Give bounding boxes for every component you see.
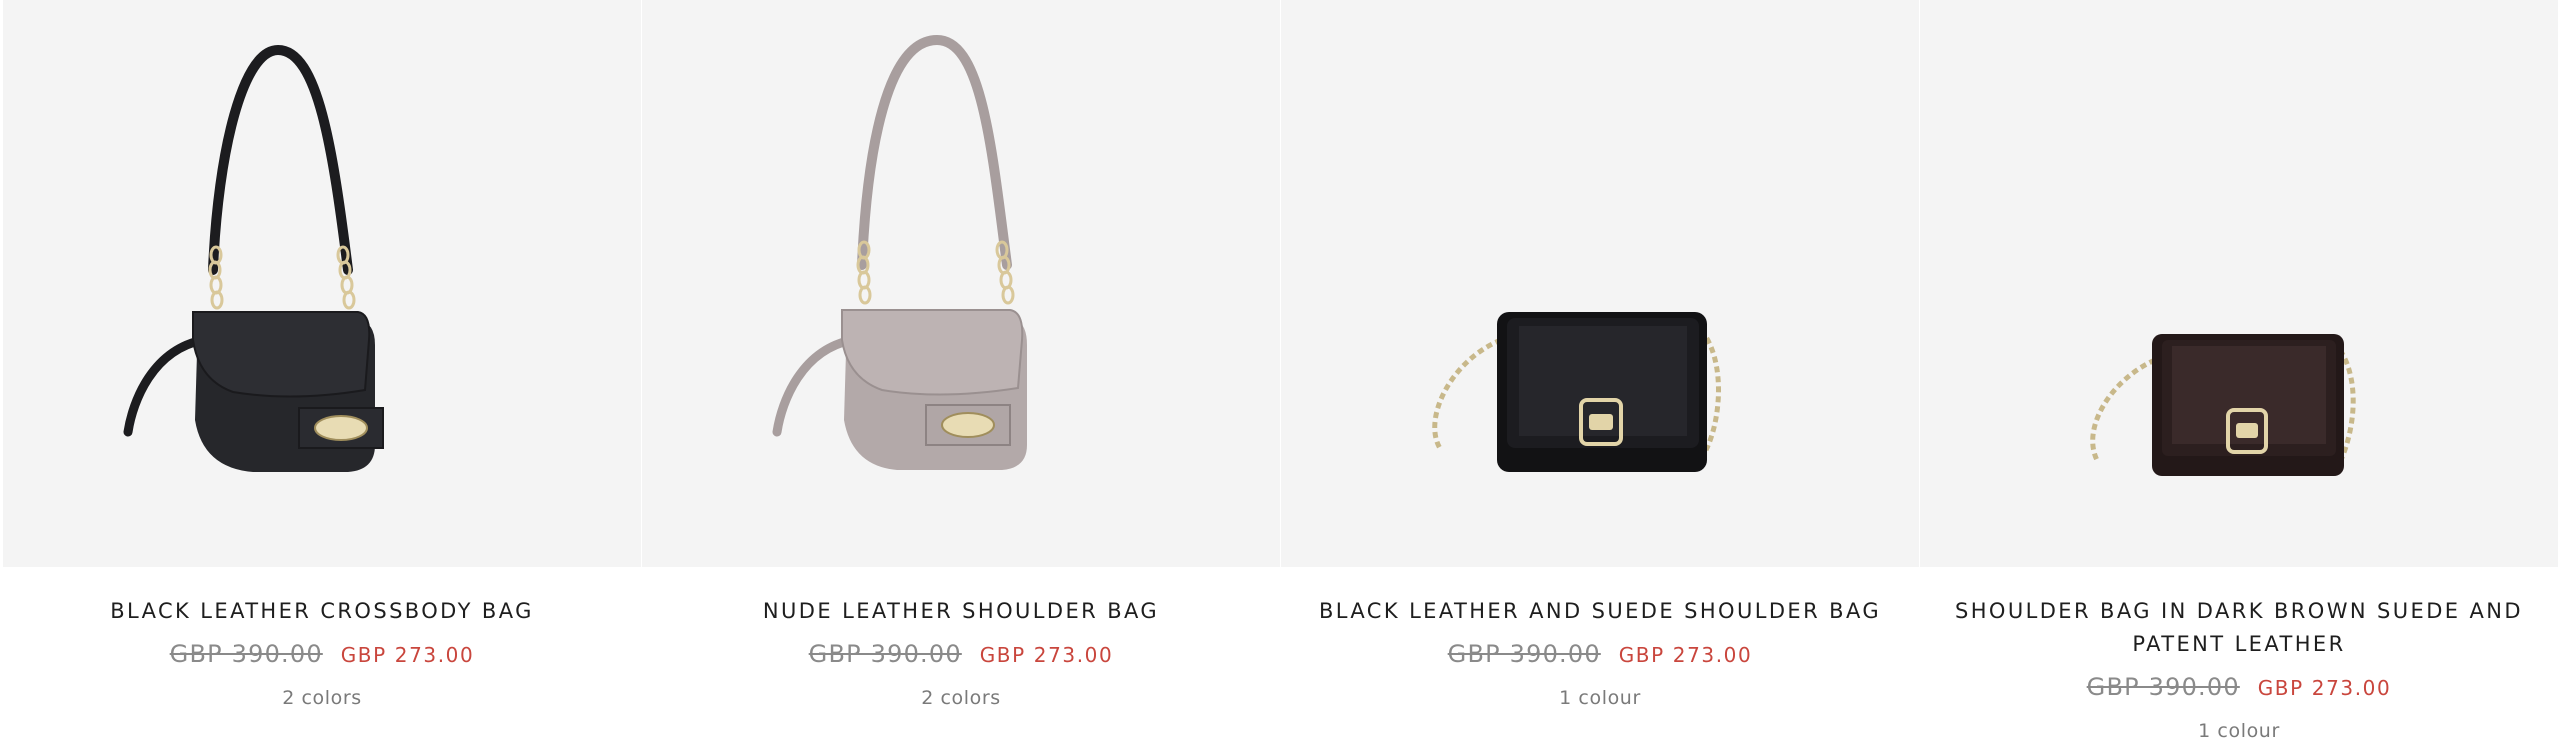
- product-image[interactable]: [3, 0, 641, 567]
- original-price: GBP 390.00: [1447, 640, 1601, 668]
- price-row: GBP 390.00 GBP 273.00: [1281, 640, 1919, 668]
- product-image[interactable]: [1281, 0, 1919, 567]
- product-title[interactable]: NUDE LEATHER SHOULDER BAG: [662, 595, 1260, 628]
- product-title[interactable]: BLACK LEATHER CROSSBODY BAG: [23, 595, 621, 628]
- black-suede-shoulder-bag-photo-icon: [1432, 312, 1721, 472]
- color-count[interactable]: 1 colour: [1281, 687, 1919, 709]
- black-crossbody-bag-photo-icon: [123, 44, 384, 472]
- nude-shoulder-bag-photo-icon: [772, 34, 1027, 470]
- product-image[interactable]: [642, 0, 1280, 567]
- original-price: GBP 390.00: [169, 640, 323, 668]
- original-price: GBP 390.00: [2086, 673, 2240, 701]
- product-image[interactable]: [1920, 0, 2558, 567]
- sale-price: GBP 273.00: [1618, 643, 1753, 667]
- sale-price: GBP 273.00: [340, 643, 475, 667]
- product-grid: BLACK LEATHER CROSSBODY BAG GBP 390.00 G…: [0, 0, 2560, 742]
- product-title[interactable]: SHOULDER BAG IN DARK BROWN SUEDE AND PAT…: [1940, 595, 2538, 661]
- product-card[interactable]: NUDE LEATHER SHOULDER BAG GBP 390.00 GBP…: [642, 0, 1280, 741]
- price-row: GBP 390.00 GBP 273.00: [642, 640, 1280, 668]
- color-count[interactable]: 1 colour: [1920, 720, 2558, 742]
- product-title[interactable]: BLACK LEATHER AND SUEDE SHOULDER BAG: [1301, 595, 1899, 628]
- sale-price: GBP 273.00: [979, 643, 1114, 667]
- color-count[interactable]: 2 colors: [3, 687, 641, 709]
- sale-price: GBP 273.00: [2257, 676, 2392, 700]
- product-card[interactable]: SHOULDER BAG IN DARK BROWN SUEDE AND PAT…: [1920, 0, 2558, 742]
- dark-brown-suede-bag-photo-icon: [2090, 334, 2356, 476]
- price-row: GBP 390.00 GBP 273.00: [3, 640, 641, 668]
- product-card[interactable]: BLACK LEATHER CROSSBODY BAG GBP 390.00 G…: [3, 0, 641, 741]
- price-row: GBP 390.00 GBP 273.00: [1920, 673, 2558, 701]
- original-price: GBP 390.00: [808, 640, 962, 668]
- color-count[interactable]: 2 colors: [642, 687, 1280, 709]
- product-card[interactable]: BLACK LEATHER AND SUEDE SHOULDER BAG GBP…: [1281, 0, 1919, 741]
